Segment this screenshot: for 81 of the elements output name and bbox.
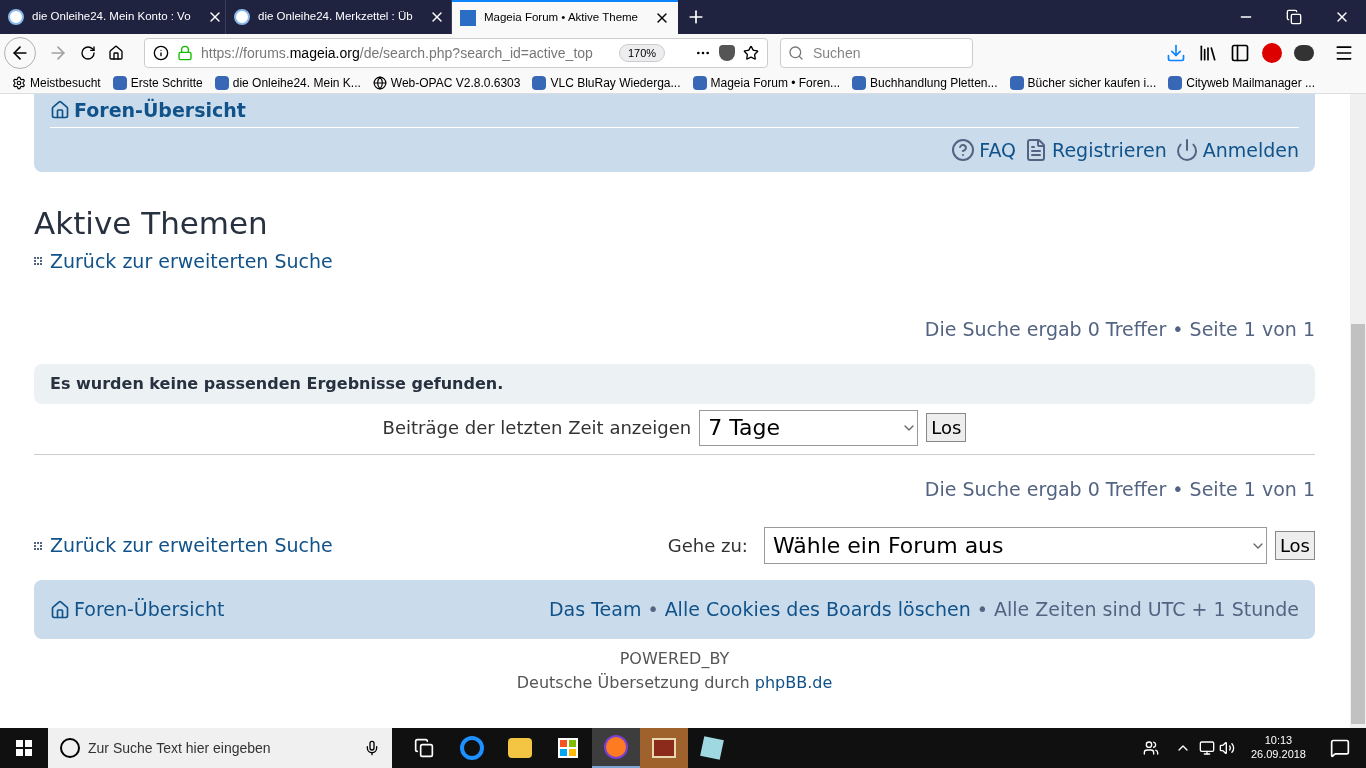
translation-credit: Deutsche Übersetzung durch phpBB.de bbox=[516, 672, 833, 694]
tab-title: die Onleihe24. Merkzettel : Üb bbox=[258, 9, 413, 25]
gear-icon bbox=[12, 75, 26, 90]
zoom-level[interactable]: 170% bbox=[619, 43, 666, 63]
go-button[interactable]: Los bbox=[1274, 531, 1315, 560]
bookmark-item[interactable]: Cityweb Mailmanager ... bbox=[1168, 73, 1315, 92]
home-icon bbox=[50, 599, 70, 620]
network-icon[interactable] bbox=[1198, 740, 1215, 756]
separator-dot: • bbox=[976, 597, 989, 623]
volume-icon[interactable] bbox=[1218, 740, 1235, 756]
home-icon[interactable] bbox=[108, 45, 124, 61]
pagination-info: Die Suche ergab 0 Treffer • Seite 1 von 1 bbox=[923, 476, 1315, 502]
bookmark-item[interactable]: VLC BluRay Wiederga... bbox=[532, 73, 681, 92]
home-icon bbox=[50, 100, 70, 121]
url-bar[interactable]: https://forums.mageia.org/de/search.php?search_id=active_top 170% bbox=[144, 38, 768, 68]
footer-link[interactable]: Das Team bbox=[548, 595, 642, 624]
tab-title: Mageia Forum • Aktive Theme bbox=[484, 10, 638, 26]
favicon-icon bbox=[1168, 75, 1183, 90]
header-link[interactable]: Anmelden bbox=[1174, 135, 1299, 164]
taskbar-app[interactable] bbox=[640, 728, 688, 768]
favicon-icon bbox=[852, 75, 867, 90]
notification-icon[interactable] bbox=[1330, 738, 1350, 758]
info-icon bbox=[153, 45, 169, 61]
bookmark-item[interactable]: Mageia Forum • Foren... bbox=[692, 73, 841, 92]
bookmark-item[interactable]: Buchhandlung Pletten... bbox=[852, 73, 998, 92]
browser-tab[interactable]: Mageia Forum • Aktive Theme bbox=[452, 0, 678, 34]
bookmark-item[interactable]: Web-OPAC V2.8.0.6303 bbox=[372, 73, 521, 92]
bookmark-item[interactable]: Bücher sicher kaufen i... bbox=[1009, 73, 1157, 92]
scrollbar[interactable] bbox=[1350, 94, 1366, 728]
header-link[interactable]: Registrieren bbox=[1024, 135, 1167, 164]
restore-icon[interactable] bbox=[1286, 9, 1302, 25]
search-field[interactable]: Suchen bbox=[780, 38, 973, 68]
search-icon bbox=[788, 45, 804, 61]
bookmark-item[interactable]: die Onleihe24. Mein K... bbox=[214, 73, 361, 92]
go-button[interactable]: Los bbox=[926, 413, 967, 442]
folder-icon bbox=[508, 738, 532, 758]
bookmark-item[interactable]: Meistbesucht bbox=[12, 73, 101, 92]
footer-link[interactable]: Alle Cookies des Boards löschen bbox=[664, 595, 971, 624]
notice-panel: Es wurden keine passenden Ergebnisse gefunden. bbox=[34, 363, 1315, 404]
filter-label: Beiträge der letzten Zeit anzeigen bbox=[382, 416, 692, 440]
forum-select[interactable]: Wähle ein Forum aus bbox=[763, 527, 1267, 564]
board-index-link[interactable]: Foren-Übersicht bbox=[74, 96, 246, 125]
power-icon bbox=[1174, 137, 1199, 162]
lock-icon bbox=[177, 45, 193, 61]
separator-dot: • bbox=[647, 597, 659, 623]
back-link[interactable]: Zurück zur erweiterten Suche bbox=[34, 246, 1315, 275]
reload-icon[interactable] bbox=[80, 45, 96, 61]
bookmark-item[interactable]: Erste Schritte bbox=[112, 73, 203, 92]
tab-favicon-icon bbox=[8, 9, 24, 25]
sidebar-icon[interactable] bbox=[1230, 43, 1250, 63]
tab-title: die Onleihe24. Mein Konto : Vo bbox=[32, 9, 191, 25]
question-mark-icon bbox=[951, 137, 976, 162]
windows-start-icon[interactable] bbox=[16, 740, 32, 756]
time-select[interactable]: 7 Tage bbox=[699, 409, 919, 446]
favicon-icon bbox=[692, 75, 707, 90]
jump-label: Gehe zu: bbox=[667, 534, 748, 558]
microphone-icon[interactable] bbox=[364, 740, 380, 756]
star-icon[interactable] bbox=[743, 45, 759, 61]
board-index-link[interactable]: Foren-Übersicht bbox=[74, 595, 225, 624]
page-title: Aktive Themen bbox=[34, 204, 269, 243]
timezone-note: Alle Zeiten sind UTC + 1 Stunde bbox=[994, 597, 1299, 623]
tab-favicon-icon bbox=[460, 10, 476, 26]
globe-icon bbox=[372, 75, 387, 90]
task-view-icon bbox=[414, 738, 434, 758]
favicon-icon bbox=[532, 75, 547, 90]
pagination-info: Die Suche ergab 0 Treffer • Seite 1 von 1 bbox=[923, 317, 1315, 342]
favicon-icon bbox=[112, 75, 127, 90]
favicon-icon bbox=[214, 75, 229, 90]
taskbar-search-field[interactable]: Zur Suche Text hier eingeben bbox=[48, 728, 392, 768]
clock[interactable]: 10:13 26.09.2018 bbox=[1250, 734, 1306, 762]
people-icon[interactable] bbox=[1142, 740, 1159, 756]
translation-link[interactable]: phpBB.de bbox=[754, 673, 833, 692]
favicon-icon bbox=[1009, 75, 1024, 90]
download-icon[interactable] bbox=[1166, 43, 1186, 63]
menu-icon[interactable] bbox=[1334, 43, 1354, 63]
back-link[interactable]: Zurück zur erweiterten Suche bbox=[34, 531, 333, 560]
tab-favicon-icon bbox=[234, 9, 250, 25]
url-text: https://forums.mageia.org/de/search.php?search_id=active_top bbox=[201, 43, 594, 63]
library-icon[interactable] bbox=[1198, 43, 1218, 63]
header-link[interactable]: FAQ bbox=[951, 135, 1017, 164]
powered-by-text: POWERED_BY bbox=[619, 648, 730, 670]
